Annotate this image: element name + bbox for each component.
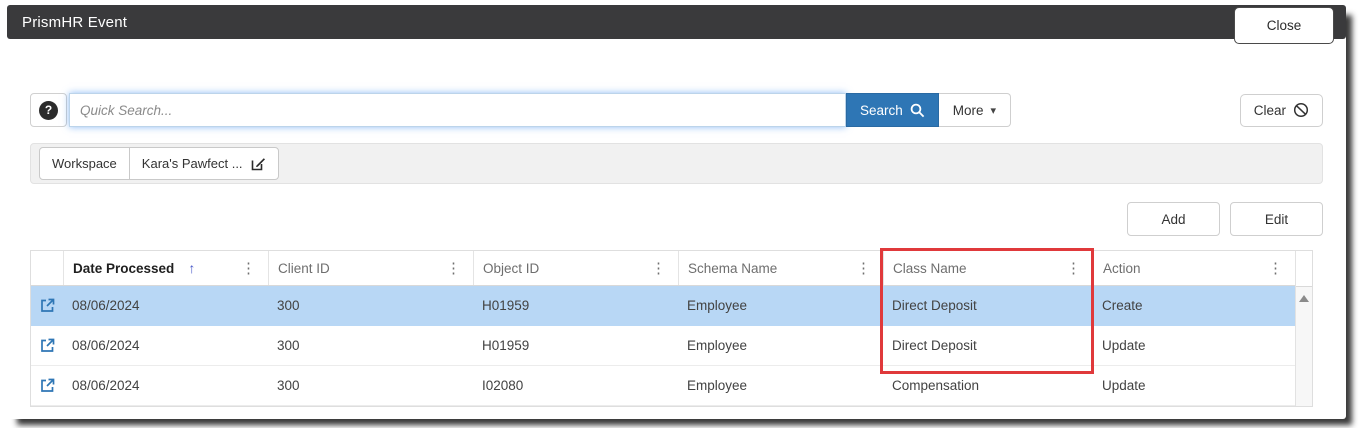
table-row[interactable]: 08/06/2024 300 I02080 Employee Compensat… — [31, 366, 1295, 406]
cell-date-processed[interactable]: 08/06/2024 — [63, 366, 268, 405]
column-menu-icon[interactable]: ⋮ — [443, 261, 464, 276]
cell-object-id[interactable]: I02080 — [473, 366, 678, 405]
prismhr-event-dialog: PrismHR Event Close ? Search More ▾ — [7, 5, 1346, 419]
more-button-label: More — [953, 103, 984, 118]
column-menu-icon[interactable]: ⋮ — [1265, 261, 1286, 276]
record-actions: Add Edit — [30, 202, 1323, 236]
column-menu-icon[interactable]: ⋮ — [1063, 261, 1084, 276]
close-button[interactable]: Close — [1234, 7, 1334, 44]
search-input[interactable] — [69, 93, 846, 127]
cell-object-id[interactable]: H01959 — [473, 326, 678, 365]
title-bar: PrismHR Event — [7, 5, 1346, 39]
table-body: 08/06/2024 300 H01959 Employee Direct De… — [31, 286, 1295, 406]
search-button[interactable]: Search — [846, 93, 939, 127]
table-row[interactable]: 08/06/2024 300 H01959 Employee Direct De… — [31, 286, 1295, 326]
header-date-processed[interactable]: Date Processed ↑ ⋮ — [63, 251, 268, 285]
more-button[interactable]: More ▾ — [939, 93, 1011, 127]
workspace-bar: Workspace Kara's Pawfect ... — [30, 143, 1323, 184]
workspace-label: Workspace — [52, 156, 117, 171]
workspace-value-cell[interactable]: Kara's Pawfect ... — [129, 148, 278, 179]
workspace-group: Workspace Kara's Pawfect ... — [39, 147, 279, 180]
cell-date-processed[interactable]: 08/06/2024 — [63, 326, 268, 365]
header-schema-name[interactable]: Schema Name ⋮ — [678, 251, 883, 285]
cell-schema-name[interactable]: Employee — [678, 326, 883, 365]
cell-class-name[interactable]: Compensation — [883, 366, 1093, 405]
workspace-value: Kara's Pawfect ... — [142, 156, 243, 171]
scroll-up-icon[interactable] — [1299, 295, 1309, 302]
header-action[interactable]: Action ⋮ — [1093, 251, 1295, 285]
event-grid: Date Processed ↑ ⋮ Client ID ⋮ Object ID… — [30, 250, 1313, 407]
page-title: PrismHR Event — [22, 14, 127, 31]
search-button-label: Search — [860, 103, 903, 118]
sort-ascending-icon: ↑ — [188, 260, 195, 276]
clear-button[interactable]: Clear — [1240, 94, 1323, 127]
open-record-cell[interactable] — [31, 326, 63, 365]
table-row[interactable]: 08/06/2024 300 H01959 Employee Direct De… — [31, 326, 1295, 366]
search-icon — [910, 103, 925, 118]
workspace-label-cell: Workspace — [40, 148, 129, 179]
chevron-down-icon: ▾ — [991, 104, 997, 117]
help-icon: ? — [39, 101, 58, 120]
header-icon-column — [31, 251, 63, 285]
ban-icon — [1293, 102, 1309, 118]
clear-button-label: Clear — [1254, 103, 1286, 118]
external-link-icon[interactable] — [40, 298, 55, 313]
open-record-cell[interactable] — [31, 286, 63, 325]
cell-class-name[interactable]: Direct Deposit — [883, 326, 1093, 365]
header-client-id[interactable]: Client ID ⋮ — [268, 251, 473, 285]
cell-client-id[interactable]: 300 — [268, 326, 473, 365]
external-link-icon[interactable] — [40, 378, 55, 393]
header-object-id[interactable]: Object ID ⋮ — [473, 251, 678, 285]
search-toolbar: ? Search More ▾ Clear — [30, 93, 1323, 127]
cell-client-id[interactable]: 300 — [268, 286, 473, 325]
cell-action[interactable]: Update — [1093, 326, 1295, 365]
add-button[interactable]: Add — [1127, 202, 1220, 236]
help-button[interactable]: ? — [30, 93, 67, 127]
cell-class-name[interactable]: Direct Deposit — [883, 286, 1093, 325]
cell-object-id[interactable]: H01959 — [473, 286, 678, 325]
column-menu-icon[interactable]: ⋮ — [238, 261, 259, 276]
edit-button[interactable]: Edit — [1230, 202, 1323, 236]
cell-schema-name[interactable]: Employee — [678, 286, 883, 325]
cell-schema-name[interactable]: Employee — [678, 366, 883, 405]
grid-header-row: Date Processed ↑ ⋮ Client ID ⋮ Object ID… — [31, 251, 1295, 286]
column-menu-icon[interactable]: ⋮ — [648, 261, 669, 276]
external-link-icon[interactable] — [40, 338, 55, 353]
vertical-scrollbar[interactable] — [1295, 251, 1312, 406]
column-menu-icon[interactable]: ⋮ — [853, 261, 874, 276]
cell-action[interactable]: Create — [1093, 286, 1295, 325]
edit-pencil-icon[interactable] — [251, 156, 266, 171]
open-record-cell[interactable] — [31, 366, 63, 405]
header-class-name[interactable]: Class Name ⋮ — [883, 251, 1093, 285]
cell-client-id[interactable]: 300 — [268, 366, 473, 405]
cell-date-processed[interactable]: 08/06/2024 — [63, 286, 268, 325]
cell-action[interactable]: Update — [1093, 366, 1295, 405]
